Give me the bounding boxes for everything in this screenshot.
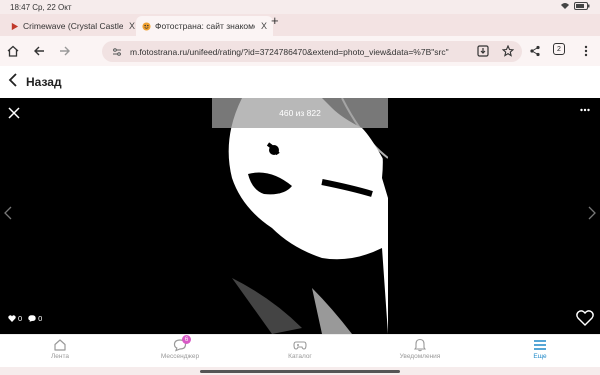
chevron-left-icon xyxy=(8,73,17,87)
portrait-image xyxy=(212,98,388,334)
tab-switcher-button[interactable]: 2 xyxy=(553,43,565,55)
nav-notifications-label: Уведомления xyxy=(399,353,441,360)
messenger-badge: 6 xyxy=(182,335,191,344)
nav-feed[interactable]: Лента xyxy=(20,337,100,360)
heart-icon xyxy=(8,315,16,322)
comments-count: 0 xyxy=(28,314,42,323)
next-photo-button[interactable] xyxy=(588,206,596,225)
bookmark-button[interactable] xyxy=(500,43,516,59)
nav-catalog[interactable]: Каталог xyxy=(260,337,340,360)
share-icon xyxy=(530,45,540,57)
photo-viewer: 460 из 822 0 0 xyxy=(0,98,600,334)
viewer-more-button[interactable] xyxy=(580,104,590,115)
page-header: Назад xyxy=(0,66,600,98)
nav-catalog-label: Каталог xyxy=(288,353,312,360)
back-label[interactable]: Назад xyxy=(26,75,62,89)
download-page-button[interactable] xyxy=(475,43,491,59)
chevron-right-icon xyxy=(588,206,596,220)
likes-value: 0 xyxy=(18,314,23,323)
bottom-navigation: Лента 6 Мессенджер Каталог Уведомления Е… xyxy=(0,334,600,367)
new-tab-button[interactable]: + xyxy=(271,13,279,28)
photo-image[interactable] xyxy=(212,98,388,334)
forward-button[interactable] xyxy=(57,43,73,59)
comments-value: 0 xyxy=(38,314,43,323)
comment-icon xyxy=(28,315,36,322)
likes-count: 0 xyxy=(8,314,22,323)
tab-title: Фотострана: сайт знакомст xyxy=(155,21,255,31)
home-button[interactable] xyxy=(5,43,21,59)
photo-counter: 460 из 822 xyxy=(212,98,388,128)
nav-more-label: Еще xyxy=(533,353,547,360)
gamepad-icon xyxy=(293,341,307,350)
menu-icon xyxy=(534,340,546,350)
tab-title: Crimewave (Crystal Castles xyxy=(23,21,123,31)
arrow-right-icon xyxy=(60,46,70,56)
home-icon xyxy=(7,45,19,57)
tab-close-button[interactable]: X xyxy=(261,21,267,31)
tab-close-button[interactable]: X xyxy=(129,21,135,31)
play-icon xyxy=(11,22,19,30)
nav-messenger[interactable]: 6 Мессенджер xyxy=(140,335,220,360)
status-time: 18:47 Ср, 22 Окт xyxy=(10,3,72,12)
heart-outline-icon xyxy=(576,310,594,326)
bell-icon xyxy=(414,338,426,352)
wifi-icon xyxy=(561,3,569,9)
site-settings-icon[interactable] xyxy=(112,47,122,57)
chevron-left-icon xyxy=(4,206,12,220)
system-status-bar: 18:47 Ср, 22 Окт xyxy=(0,0,600,14)
back-link[interactable] xyxy=(8,73,18,92)
like-photo-button[interactable] xyxy=(576,310,594,331)
browser-toolbar: m.fotostrana.ru/unifeed/rating/?id=37247… xyxy=(0,36,600,66)
previous-photo-button[interactable] xyxy=(4,206,12,225)
more-vertical-icon xyxy=(584,45,588,57)
system-icons xyxy=(560,2,590,10)
close-icon xyxy=(8,107,20,119)
nav-more[interactable]: Еще xyxy=(500,337,580,360)
browser-menu-button[interactable] xyxy=(578,43,594,59)
share-button[interactable] xyxy=(527,43,543,59)
battery-icon xyxy=(574,2,590,10)
download-icon xyxy=(477,45,489,57)
arrow-left-icon xyxy=(34,46,44,56)
tab-fotostrana[interactable]: Фотострана: сайт знакомст X xyxy=(136,16,274,36)
home-icon xyxy=(54,339,66,351)
url-text: m.fotostrana.ru/unifeed/rating/?id=37247… xyxy=(130,46,449,57)
close-viewer-button[interactable] xyxy=(8,106,20,124)
smiley-icon xyxy=(142,21,151,31)
star-icon xyxy=(502,45,514,57)
browser-tab-strip: Crimewave (Crystal Castles X Фотострана:… xyxy=(0,13,600,36)
gesture-home-bar[interactable] xyxy=(200,370,400,373)
tab-crimewave[interactable]: Crimewave (Crystal Castles X xyxy=(4,16,141,36)
nav-feed-label: Лента xyxy=(51,353,69,360)
more-horizontal-icon xyxy=(580,108,590,112)
photo-stats: 0 0 xyxy=(8,314,42,323)
nav-messenger-label: Мессенджер xyxy=(160,353,200,360)
nav-notifications[interactable]: Уведомления xyxy=(380,337,460,360)
address-bar[interactable]: m.fotostrana.ru/unifeed/rating/?id=37247… xyxy=(102,41,522,62)
back-button[interactable] xyxy=(31,43,47,59)
